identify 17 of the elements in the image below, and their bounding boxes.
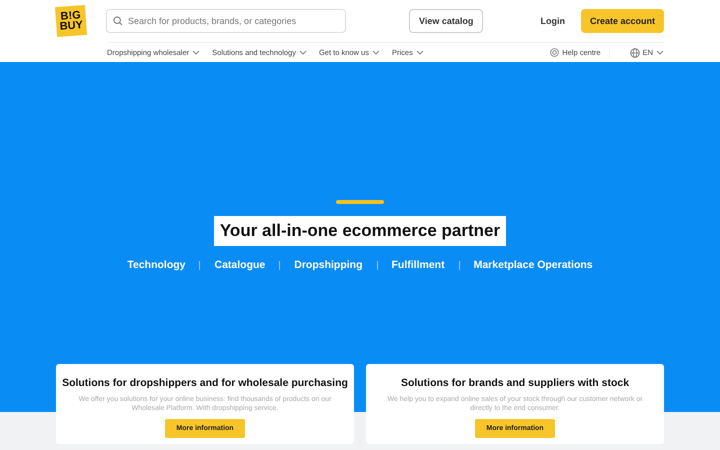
help-icon — [550, 48, 560, 57]
login-link[interactable]: Login — [540, 16, 565, 26]
accent-bar — [336, 200, 384, 204]
search-field[interactable]: Search for products, brands, or categories — [106, 9, 346, 33]
chevron-icon — [298, 50, 307, 55]
logo[interactable]: B!G BUY — [55, 5, 87, 37]
hero-title: Your all-in-one ecommerce partner — [214, 216, 506, 246]
search-icon — [113, 16, 123, 26]
globe-icon — [630, 48, 640, 58]
chevron-icon — [656, 50, 664, 55]
card-title: Solutions for brands and suppliers with stock — [400, 377, 630, 389]
chevron-icon — [192, 50, 200, 55]
create-account-button[interactable]: Create account — [580, 9, 664, 33]
chevron-icon — [416, 50, 424, 55]
chevron-icon — [372, 50, 380, 55]
view-catalog-button[interactable]: View catalog — [409, 9, 484, 33]
card-title: Solutions for dropshippers and for wholesale purchasing — [62, 377, 348, 389]
